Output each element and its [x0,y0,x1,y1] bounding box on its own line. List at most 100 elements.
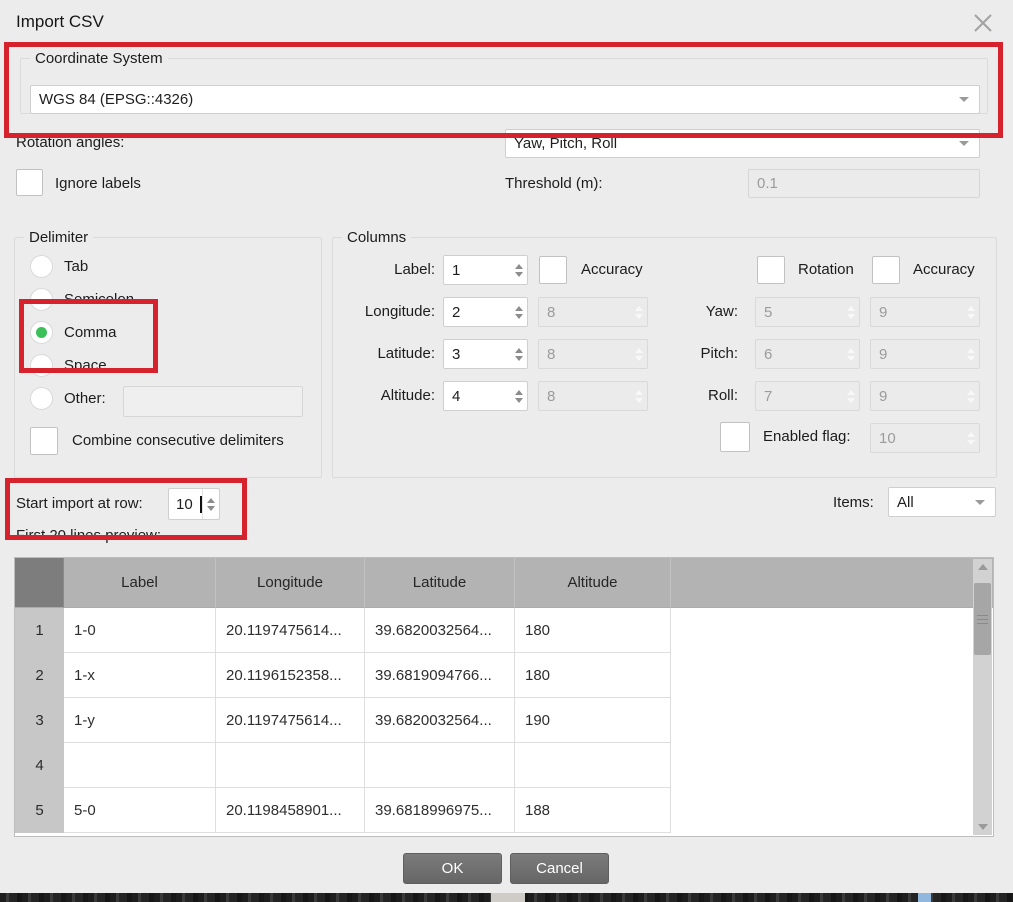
ignore-labels-label: Ignore labels [55,175,141,192]
scroll-up-icon[interactable] [973,559,992,575]
spinner-up-down-icon [963,298,979,326]
altitude-column-spinner[interactable]: 4 [443,381,528,411]
row-header-1: 1 [15,608,64,653]
import-csv-dialog: Import CSV Coordinate System WGS 84 (EPS… [0,0,1013,902]
items-select[interactable]: All [888,487,996,517]
label-column-spinner[interactable]: 1 [443,255,528,285]
table-cell: 5-0 [64,788,216,833]
table-cell: 180 [515,653,671,698]
table-cell: 20.1196152358... [216,653,365,698]
column-header-altitude[interactable]: Altitude [515,558,671,608]
preview-table: Label Longitude Latitude Altitude 1 1-0 … [14,557,994,837]
enabled-flag-spinner: 10 [870,423,980,453]
rotation-angles-select[interactable]: Yaw, Pitch, Roll [505,129,980,158]
combine-delimiters-label: Combine consecutive delimiters [72,432,284,449]
row-header-2: 2 [15,653,64,698]
spinner-up-down-icon[interactable] [202,489,219,519]
spinner-up-down-icon [843,298,859,326]
ok-button[interactable]: OK [403,853,502,884]
ignore-labels-checkbox[interactable] [16,169,43,196]
radio-semicolon[interactable] [30,288,53,311]
row-header-3: 3 [15,698,64,743]
spinner-up-down-icon[interactable] [511,340,527,368]
vertical-scrollbar[interactable] [973,559,992,835]
longitude-field-label: Longitude: [340,303,435,320]
table-cell: 20.1198458901... [216,788,365,833]
radio-space[interactable] [30,354,53,377]
start-import-spinner[interactable]: 10 [168,488,220,520]
cancel-button[interactable]: Cancel [510,853,609,884]
table-cell: 1-0 [64,608,216,653]
latitude-accuracy-spinner: 8 [538,339,648,369]
table-cell: 39.6818996975... [365,788,515,833]
rotation-accuracy-checkbox[interactable] [872,256,900,284]
table-cell: 180 [515,608,671,653]
scrollbar-thumb[interactable] [974,583,991,655]
accuracy-checkbox[interactable] [539,256,567,284]
table-cell [64,743,216,788]
spinner-up-down-icon [963,424,979,452]
row-header-4: 4 [15,743,64,788]
table-cell: 39.6820032564... [365,698,515,743]
radio-comma[interactable] [30,321,53,344]
spinner-up-down-icon [631,340,647,368]
label-field-label: Label: [340,261,435,278]
table-cell-filler [671,698,993,743]
column-header-label[interactable]: Label [64,558,216,608]
spinner-up-down-icon [843,340,859,368]
threshold-label: Threshold (m): [505,175,603,192]
column-header-latitude[interactable]: Latitude [365,558,515,608]
pitch-field-label: Pitch: [650,345,738,362]
pitch-column-spinner: 6 [755,339,860,369]
table-cell-filler [671,743,993,788]
chevron-down-icon [959,141,969,146]
scroll-down-icon[interactable] [973,819,992,835]
table-cell: 190 [515,698,671,743]
close-icon[interactable] [971,11,995,35]
spinner-up-down-icon[interactable] [511,298,527,326]
table-cell-filler [671,653,993,698]
longitude-column-spinner[interactable]: 2 [443,297,528,327]
radio-tab[interactable] [30,255,53,278]
coordinate-system-select[interactable]: WGS 84 (EPSG::4326) [30,85,980,114]
table-cell [216,743,365,788]
spinner-up-down-icon [963,340,979,368]
rotation-checkbox[interactable] [757,256,785,284]
enabled-flag-label: Enabled flag: [763,428,851,445]
rotation-angles-label: Rotation angles: [16,134,124,151]
table-cell: 1-y [64,698,216,743]
radio-tab-label: Tab [64,258,88,275]
table-cell [515,743,671,788]
spinner-up-down-icon[interactable] [511,256,527,284]
delimiter-group-label: Delimiter [24,229,93,246]
spinner-up-down-icon [631,298,647,326]
coordinate-system-value: WGS 84 (EPSG::4326) [39,91,959,108]
accuracy-label: Accuracy [581,261,643,278]
column-header-filler [671,558,993,608]
latitude-field-label: Latitude: [340,345,435,362]
dialog-title: Import CSV [16,12,104,32]
spinner-up-down-icon [631,382,647,410]
chevron-down-icon [959,97,969,102]
spinner-up-down-icon [843,382,859,410]
yaw-field-label: Yaw: [650,303,738,320]
items-value: All [897,494,975,511]
spinner-up-down-icon[interactable] [511,382,527,410]
other-delimiter-input[interactable] [123,386,303,417]
latitude-column-spinner[interactable]: 3 [443,339,528,369]
table-cell: 39.6819094766... [365,653,515,698]
radio-other[interactable] [30,387,53,410]
column-header-longitude[interactable]: Longitude [216,558,365,608]
preview-label: First 20 lines preview: [16,527,161,544]
combine-delimiters-checkbox[interactable] [30,427,58,455]
roll-accuracy-spinner: 9 [870,381,980,411]
rotation-accuracy-label: Accuracy [913,261,975,278]
threshold-value: 0.1 [757,175,778,192]
enabled-flag-checkbox[interactable] [720,422,750,452]
altitude-accuracy-spinner: 8 [538,381,648,411]
table-cell [365,743,515,788]
roll-field-label: Roll: [650,387,738,404]
threshold-input: 0.1 [748,169,980,198]
longitude-accuracy-spinner: 8 [538,297,648,327]
radio-space-label: Space [64,357,107,374]
